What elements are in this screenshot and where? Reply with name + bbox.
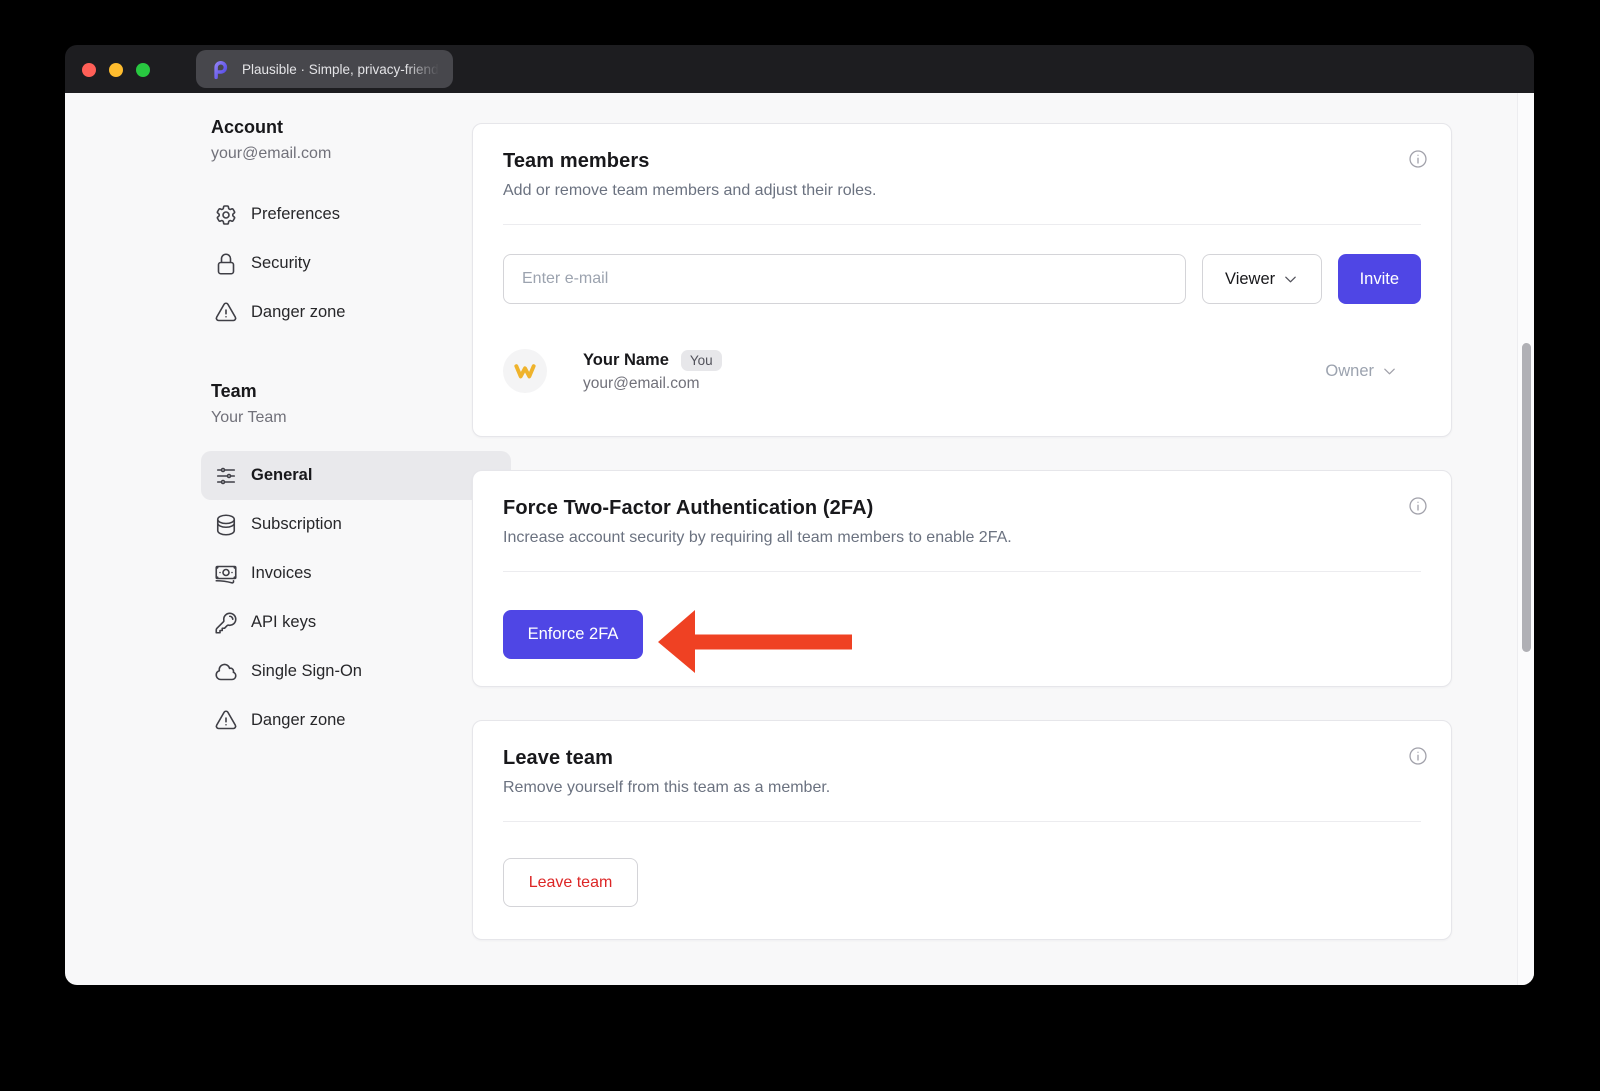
divider [503, 224, 1421, 225]
member-role-value: Owner [1325, 362, 1374, 381]
team-heading: Team [211, 381, 511, 402]
database-icon [214, 513, 238, 537]
banknote-icon [214, 562, 238, 586]
sidebar-item-label: General [251, 466, 312, 485]
sidebar-item-preferences[interactable]: Preferences [201, 190, 511, 239]
info-icon[interactable] [1407, 495, 1429, 517]
sidebar-item-label: API keys [251, 613, 316, 632]
divider [503, 571, 1421, 572]
sidebar-item-label: Invoices [251, 564, 312, 583]
enforce-2fa-button[interactable]: Enforce 2FA [503, 610, 643, 659]
member-role-select[interactable]: Owner [1325, 362, 1397, 381]
divider [503, 821, 1421, 822]
team-members-card: Team members Add or remove team members … [472, 123, 1452, 437]
leave-team-button[interactable]: Leave team [503, 858, 638, 907]
browser-tab[interactable]: Plausible · Simple, privacy-friend [196, 50, 453, 88]
team-name: Your Team [211, 409, 511, 427]
card-title: Force Two-Factor Authentication (2FA) [503, 497, 873, 520]
card-subtitle: Increase account security by requiring a… [503, 529, 1421, 547]
card-subtitle: Remove yourself from this team as a memb… [503, 779, 1421, 797]
minimize-window-button[interactable] [109, 63, 123, 77]
you-badge: You [681, 350, 722, 371]
info-icon[interactable] [1407, 148, 1429, 170]
role-select[interactable]: Viewer [1202, 254, 1322, 304]
page-content: Account your@email.com Preferences Secur… [65, 93, 1534, 985]
open-hands-emoji [512, 358, 538, 384]
zoom-window-button[interactable] [136, 63, 150, 77]
sidebar: Account your@email.com Preferences Secur… [201, 117, 511, 745]
sidebar-item-label: Preferences [251, 205, 340, 224]
sidebar-item-label: Danger zone [251, 303, 345, 322]
tab-title: Plausible · Simple, privacy-friend [242, 62, 441, 77]
sidebar-item-label: Security [251, 254, 311, 273]
sidebar-item-subscription[interactable]: Subscription [201, 500, 511, 549]
chevron-down-icon [1283, 272, 1298, 287]
key-icon [214, 611, 238, 635]
role-select-value: Viewer [1225, 270, 1275, 289]
sidebar-item-single-sign-on[interactable]: Single Sign-On [201, 647, 511, 696]
leave-team-card: Leave team Remove yourself from this tea… [472, 720, 1452, 940]
member-name: Your Name [583, 351, 669, 370]
lock-icon [214, 252, 238, 276]
invite-button[interactable]: Invite [1338, 254, 1421, 304]
avatar [503, 349, 547, 393]
sidebar-item-account-danger-zone[interactable]: Danger zone [201, 288, 511, 337]
gear-icon [214, 203, 238, 227]
member-email: your@email.com [583, 375, 722, 393]
sidebar-item-general[interactable]: General [201, 451, 511, 500]
sidebar-item-api-keys[interactable]: API keys [201, 598, 511, 647]
account-email: your@email.com [211, 145, 511, 163]
sidebar-item-label: Subscription [251, 515, 342, 534]
cloud-icon [214, 660, 238, 684]
sidebar-item-invoices[interactable]: Invoices [201, 549, 511, 598]
title-bar: Plausible · Simple, privacy-friend [65, 45, 1534, 93]
email-input[interactable] [503, 254, 1186, 304]
member-row: Your Name You your@email.com Owner [503, 349, 1421, 393]
invite-row: Viewer Invite [503, 254, 1421, 304]
force-2fa-card: Force Two-Factor Authentication (2FA) In… [472, 470, 1452, 687]
card-title: Leave team [503, 747, 613, 770]
traffic-lights [82, 63, 150, 77]
warning-triangle-icon [214, 301, 238, 325]
info-icon[interactable] [1407, 745, 1429, 767]
scrollbar-thumb[interactable] [1522, 343, 1531, 652]
sidebar-item-label: Single Sign-On [251, 662, 362, 681]
browser-window: Plausible · Simple, privacy-friend Accou… [65, 45, 1534, 985]
account-nav: Preferences Security Danger zone [201, 190, 511, 337]
warning-triangle-icon [214, 709, 238, 733]
team-nav: General Subscription Invoices API keys S… [201, 451, 511, 745]
plausible-logo-icon [210, 59, 231, 80]
card-title: Team members [503, 150, 649, 173]
chevron-down-icon [1382, 364, 1397, 379]
scrollbar-track [1517, 93, 1534, 985]
card-subtitle: Add or remove team members and adjust th… [503, 182, 1421, 200]
close-window-button[interactable] [82, 63, 96, 77]
sidebar-item-team-danger-zone[interactable]: Danger zone [201, 696, 511, 745]
account-heading: Account [211, 117, 511, 138]
sidebar-item-security[interactable]: Security [201, 239, 511, 288]
adjustments-icon [214, 464, 238, 488]
sidebar-item-label: Danger zone [251, 711, 345, 730]
